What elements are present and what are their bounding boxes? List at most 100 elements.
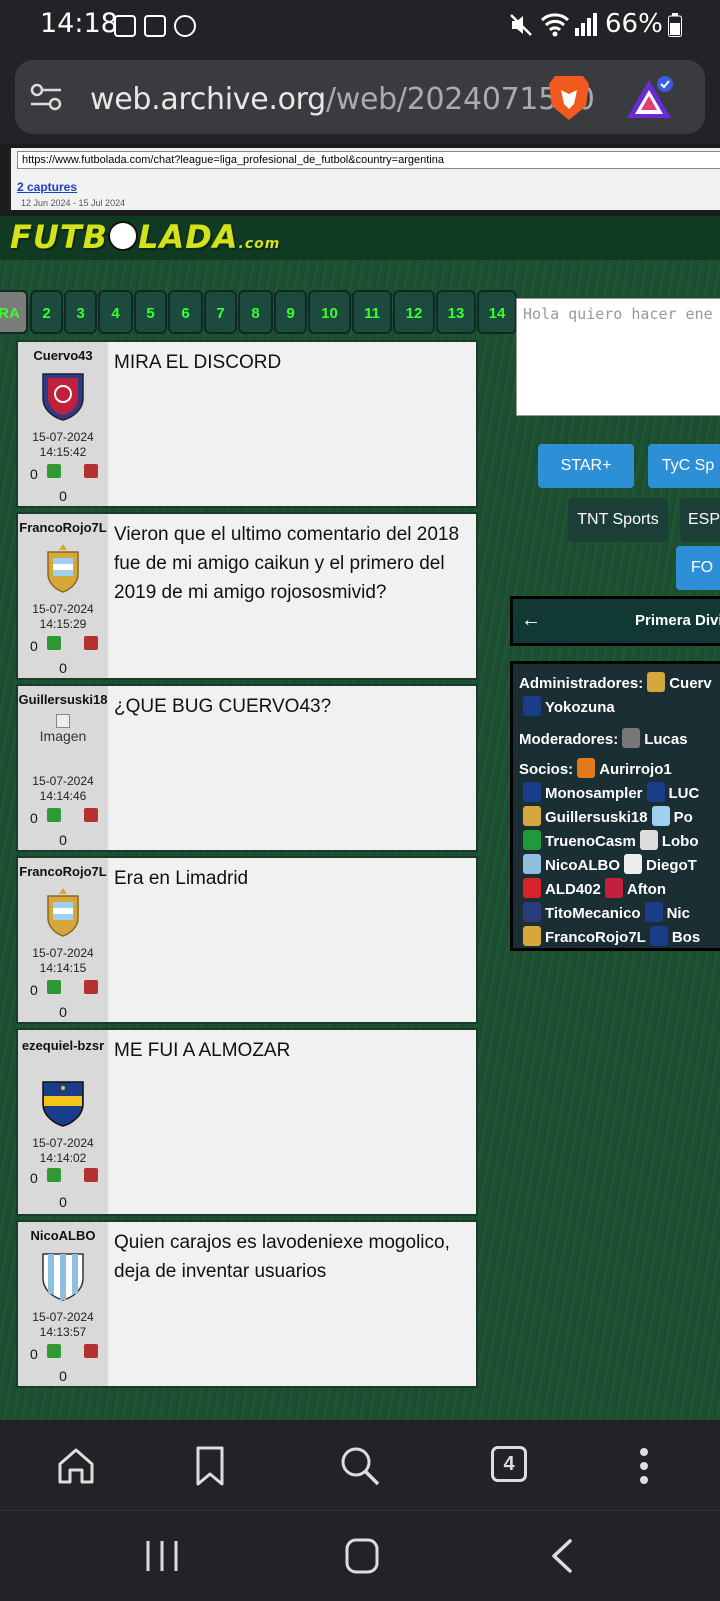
back-arrow-icon[interactable]: ← <box>521 609 541 632</box>
thumbs-down-icon[interactable] <box>84 980 98 994</box>
page-button-13[interactable]: 13 <box>436 290 476 334</box>
message-username[interactable]: FrancoRojo7L <box>18 864 108 879</box>
thumbs-down-icon[interactable] <box>84 1168 98 1182</box>
thumbs-up-icon[interactable] <box>47 980 61 994</box>
page-button-6[interactable]: 6 <box>168 290 203 334</box>
page-button-10[interactable]: 10 <box>308 290 351 334</box>
member-name[interactable]: TruenoCasm <box>545 833 636 850</box>
message-date: 15-07-2024 <box>32 1136 94 1150</box>
recent-apps-icon[interactable] <box>144 1539 180 1573</box>
tnt-sports-button[interactable]: TNT Sports <box>568 498 668 542</box>
like-count: 0 <box>30 810 38 826</box>
page-button-12[interactable]: 12 <box>393 290 435 334</box>
page-button-7[interactable]: 7 <box>204 290 237 334</box>
message-text: Vieron que el ultimo comentario del 2018… <box>114 524 460 603</box>
message-username[interactable]: FrancoRojo7L <box>18 520 108 535</box>
message-username[interactable]: Guillersuski18 <box>18 692 108 707</box>
page-button-11[interactable]: 11 <box>352 290 392 334</box>
member-name[interactable]: Yokozuna <box>545 699 615 716</box>
message-text: ME FUI A ALMOZAR <box>114 1040 291 1061</box>
thumbs-up-icon[interactable] <box>47 808 61 822</box>
star-plus-button[interactable]: STAR+ <box>538 444 634 488</box>
search-icon[interactable] <box>338 1444 382 1488</box>
message-username[interactable]: ezequiel-bzsr <box>18 1036 108 1055</box>
wayback-url-input[interactable]: https://www.futbolada.com/chat?league=li… <box>17 151 720 169</box>
page-button-14[interactable]: 14 <box>477 290 517 334</box>
thumbs-down-icon[interactable] <box>84 636 98 650</box>
member-name[interactable]: Lobo <box>662 833 699 850</box>
signal-icon <box>575 13 597 36</box>
message-score: 0 <box>59 1194 67 1210</box>
thumbs-down-icon[interactable] <box>84 1344 98 1358</box>
page-button-3[interactable]: 3 <box>64 290 97 334</box>
page-button-ra[interactable]: RA <box>0 290 28 334</box>
member-name[interactable]: NicoALBO <box>545 857 620 874</box>
tabs-button[interactable]: 4 <box>491 1446 527 1482</box>
member-name[interactable]: DiegoT <box>646 857 697 874</box>
brave-rewards-icon[interactable] <box>627 74 677 120</box>
message-timestamp: 15-07-2024 14:15:42 <box>18 430 108 460</box>
message-user-column: Cuervo43 15-07-2024 14:15:42 0 0 <box>18 342 108 506</box>
page-button-2[interactable]: 2 <box>30 290 63 334</box>
afa-badge-icon <box>47 888 79 937</box>
member-name[interactable]: Po <box>674 809 693 826</box>
message-timestamp: 15-07-2024 14:14:02 <box>18 1136 108 1166</box>
member-name[interactable]: ALD402 <box>545 881 601 898</box>
member-name[interactable]: FrancoRojo7L <box>545 929 646 946</box>
boca-badge-icon <box>42 1081 84 1127</box>
browser-bottom-bar: 4 <box>0 1420 720 1510</box>
socios-row: Monosampler LUC <box>519 782 699 802</box>
home-icon[interactable] <box>54 1444 98 1488</box>
page-button-8[interactable]: 8 <box>238 290 273 334</box>
thumbs-up-icon[interactable] <box>47 636 61 650</box>
like-count: 0 <box>30 1170 38 1186</box>
thumbs-down-icon[interactable] <box>84 808 98 822</box>
message-user-column: NicoALBO 15-07-2024 14:13:57 0 0 <box>18 1222 108 1386</box>
chat-input[interactable]: Hola quiero hacer ene <box>516 298 720 416</box>
socios-row: FrancoRojo7L Bos <box>519 926 700 946</box>
like-count: 0 <box>30 982 38 998</box>
captures-link[interactable]: 2 captures <box>17 180 77 194</box>
thumbs-up-icon[interactable] <box>47 1344 61 1358</box>
brave-shields-icon[interactable] <box>547 72 591 122</box>
back-icon[interactable] <box>550 1539 574 1573</box>
member-name[interactable]: Nic <box>667 905 690 922</box>
message-username[interactable]: Cuervo43 <box>18 348 108 363</box>
message-user-column: ezequiel-bzsr 15-07-2024 14:14:02 0 0 <box>18 1030 108 1214</box>
member-name[interactable]: Cuerv <box>669 675 712 692</box>
member-badge-icon <box>523 854 541 874</box>
thumbs-up-icon[interactable] <box>47 464 61 478</box>
member-name[interactable]: Guillersuski18 <box>545 809 648 826</box>
member-name[interactable]: Bos <box>672 929 700 946</box>
admins-row-2: Yokozuna <box>519 696 615 716</box>
home-button-icon[interactable] <box>344 1537 380 1575</box>
bookmark-icon[interactable] <box>188 1444 232 1488</box>
member-badge-icon <box>523 782 541 802</box>
message-score: 0 <box>59 488 67 504</box>
member-badge-icon <box>577 758 596 778</box>
member-name[interactable]: TitoMecanico <box>545 905 641 922</box>
thumbs-down-icon[interactable] <box>84 464 98 478</box>
page-button-9[interactable]: 9 <box>274 290 307 334</box>
message-username[interactable]: NicoALBO <box>18 1228 108 1243</box>
site-settings-icon[interactable] <box>29 82 63 112</box>
address-bar[interactable]: web.archive.org/web/2024071500 <box>15 60 705 134</box>
member-name[interactable]: Afton <box>627 881 666 898</box>
futbolada-logo[interactable]: FUTB LADA.com <box>10 218 280 256</box>
page-button-4[interactable]: 4 <box>98 290 133 334</box>
espn-button[interactable]: ESP <box>680 498 720 542</box>
tyc-sports-button[interactable]: TyC Sp <box>648 444 720 488</box>
like-count: 0 <box>30 466 38 482</box>
clock-app-icon <box>144 15 166 37</box>
message-text: Era en Limadrid <box>114 868 249 889</box>
more-options-icon[interactable] <box>622 1444 666 1488</box>
admins-label: Administradores: <box>519 675 644 692</box>
member-name[interactable]: Aurirrojo1 <box>599 761 672 778</box>
thumbs-up-icon[interactable] <box>47 1168 61 1182</box>
member-name[interactable]: Lucas <box>644 731 687 748</box>
fox-button[interactable]: FO <box>676 546 720 590</box>
message-text: ¿QUE BUG CUERVO43? <box>114 696 332 717</box>
member-name[interactable]: LUC <box>669 785 700 802</box>
page-button-5[interactable]: 5 <box>134 290 167 334</box>
member-name[interactable]: Monosampler <box>545 785 643 802</box>
